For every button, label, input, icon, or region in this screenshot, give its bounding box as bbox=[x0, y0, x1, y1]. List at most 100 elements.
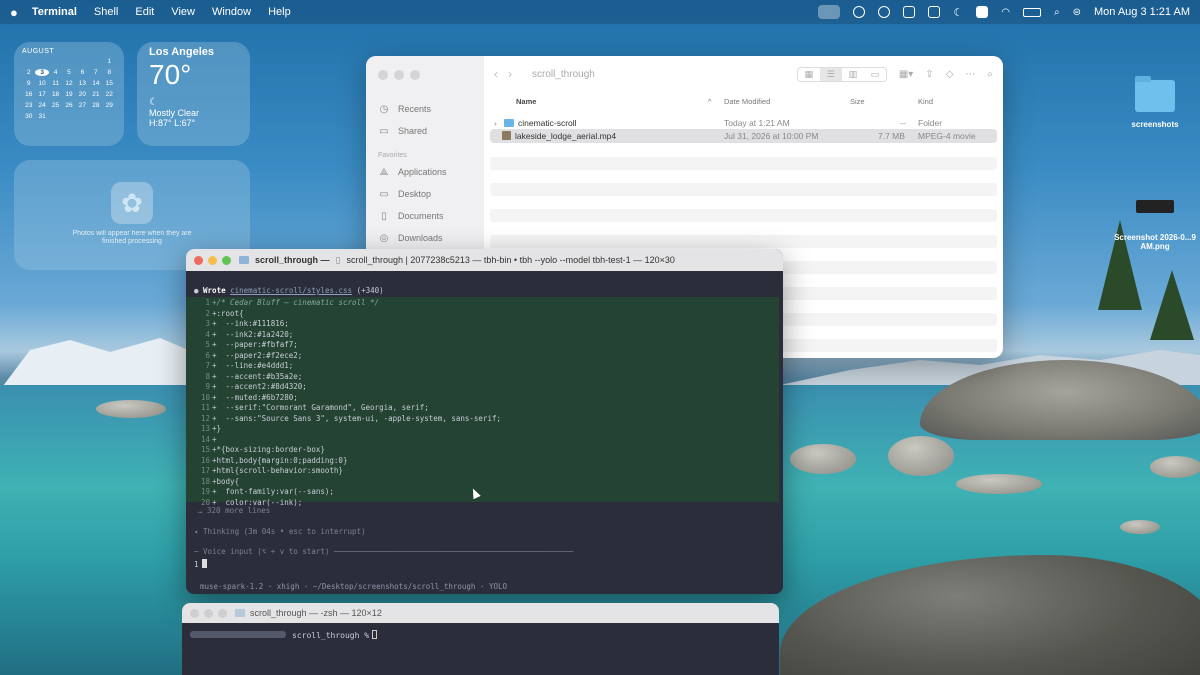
line-number: 11 bbox=[200, 403, 210, 412]
sidebar-item-downloads[interactable]: ◎ Downloads bbox=[378, 227, 472, 249]
menu-view[interactable]: View bbox=[171, 6, 195, 18]
apple-menu-icon[interactable]: ● bbox=[10, 5, 18, 20]
column-kind[interactable]: Kind bbox=[918, 97, 933, 106]
diff-line: 1 +/* Cedar Bluff — cinematic scroll */ bbox=[192, 298, 779, 309]
sidebar-item-desktop[interactable]: ▭ Desktop bbox=[378, 183, 472, 205]
sidebar-item-applications[interactable]: ⟁ Applications bbox=[378, 161, 472, 183]
sidebar-item-label: Recents bbox=[398, 104, 432, 114]
diff-line: 9 + --accent2:#8d4320; bbox=[192, 382, 779, 393]
icon-view-icon[interactable]: ▦ bbox=[798, 68, 820, 81]
file-row-movie[interactable]: lakeside_lodge_aerial.mp4 Jul 31, 2026 a… bbox=[490, 129, 997, 143]
menu-edit[interactable]: Edit bbox=[135, 6, 154, 18]
disclosure-triangle-icon[interactable]: › bbox=[494, 118, 497, 128]
file-name-text: cinematic-scroll bbox=[518, 118, 577, 128]
zoom-button[interactable] bbox=[218, 608, 227, 618]
line-code: + --sans:"Source Sans 3", system-ui, -ap… bbox=[212, 413, 501, 423]
diff-line: 2 +:root{ bbox=[192, 309, 779, 320]
diff-line: 6 + --paper2:#f2ece2; bbox=[192, 351, 779, 362]
shared-folder-icon: ▭ bbox=[379, 125, 389, 137]
more-icon[interactable]: ⋯ bbox=[965, 69, 975, 80]
empty-row bbox=[490, 157, 997, 170]
color-wheel-icon[interactable] bbox=[878, 6, 891, 18]
input-prompt[interactable]: 1 bbox=[194, 559, 207, 569]
voice-input-hint: ─ Voice input (⌥ + v to start) ─────────… bbox=[194, 547, 574, 556]
column-date-modified[interactable]: Date Modified bbox=[724, 97, 770, 106]
list-view-icon[interactable]: ☰ bbox=[819, 67, 842, 81]
shell-prompt[interactable]: scroll_through % bbox=[190, 630, 378, 640]
line-code: + --ink2:#1a2420; bbox=[212, 329, 294, 339]
file-date: Jul 31, 2026 at 10:00 PM bbox=[724, 131, 819, 141]
search-icon[interactable]: ⌕ bbox=[987, 69, 993, 80]
desktop-file-screenshot[interactable]: Screenshot 2026-0...9 AM.png bbox=[1112, 200, 1198, 251]
minimize-button[interactable] bbox=[394, 70, 404, 80]
status-line: muse-spark-1.2 · xhigh · ~/Desktop/scree… bbox=[200, 582, 508, 591]
weather-high-low: H:87° L:67° bbox=[149, 118, 196, 128]
boulder bbox=[96, 400, 166, 418]
forward-button[interactable]: › bbox=[508, 67, 512, 81]
calendar-day: 10 bbox=[38, 80, 46, 87]
column-size[interactable]: Size bbox=[850, 97, 865, 106]
control-center-icon[interactable]: ⊜ bbox=[1073, 7, 1081, 18]
minimize-button[interactable] bbox=[208, 255, 217, 265]
weather-city: Los Angeles bbox=[149, 46, 214, 58]
moon-icon[interactable]: ☾ bbox=[953, 6, 963, 19]
search-icon[interactable]: ⌕ bbox=[1054, 7, 1060, 18]
clipboard-icon[interactable] bbox=[928, 6, 941, 18]
desktop-folder-screenshots[interactable]: screenshots bbox=[1118, 76, 1192, 129]
file-row-folder[interactable]: › cinematic-scroll Today at 1:21 AM -- F… bbox=[490, 116, 997, 130]
share-icon[interactable]: ⇪ bbox=[925, 69, 933, 80]
line-number: 9 bbox=[205, 382, 210, 391]
pine-tree bbox=[1150, 270, 1194, 340]
diff-line: 10 + --muted:#6b7280; bbox=[192, 393, 779, 404]
terminal-titlebar: scroll_through — -zsh — 120×12 bbox=[182, 603, 779, 623]
weather-widget[interactable]: Los Angeles 70° ☾ Mostly Clear H:87° L:6… bbox=[137, 42, 250, 146]
menu-help[interactable]: Help bbox=[268, 6, 291, 18]
menu-window[interactable]: Window bbox=[212, 6, 251, 18]
sidebar-item-recents[interactable]: ◷ Recents bbox=[378, 98, 472, 120]
input-source-icon[interactable] bbox=[976, 6, 989, 18]
menu-app[interactable]: Terminal bbox=[32, 6, 77, 18]
diff-line: 19 + font-family:var(--sans); bbox=[192, 487, 779, 498]
battery-icon[interactable] bbox=[1022, 7, 1041, 17]
wifi-icon[interactable]: ◠ bbox=[1001, 7, 1010, 18]
close-button[interactable] bbox=[378, 70, 388, 80]
screen-recording-icon[interactable] bbox=[818, 5, 841, 19]
calendar-day: 5 bbox=[67, 69, 71, 76]
calendar-day: 29 bbox=[105, 102, 113, 109]
line-code: +/* Cedar Bluff — cinematic scroll */ bbox=[212, 298, 380, 307]
terminal-output[interactable]: ● Wrote cinematic-scroll/styles.css (+34… bbox=[186, 271, 783, 594]
app-status-icon[interactable] bbox=[903, 6, 916, 18]
calendar-day: 12 bbox=[65, 80, 73, 87]
calendar-blank bbox=[22, 58, 35, 65]
tag-icon[interactable]: ◇ bbox=[946, 69, 954, 80]
sidebar-item-shared[interactable]: ▭ Shared bbox=[378, 120, 472, 142]
terminal-process-title: scroll_through | 2077238c5213 — tbh-bin … bbox=[346, 255, 675, 265]
line-number: 10 bbox=[200, 392, 210, 402]
calendar-day: 14 bbox=[92, 80, 100, 87]
zoom-button[interactable] bbox=[410, 70, 420, 80]
close-button[interactable] bbox=[194, 255, 203, 265]
desktop-icon: ▭ bbox=[379, 188, 389, 200]
thinking-status: ✦ Thinking (3m 04s • esc to interrupt) bbox=[194, 527, 366, 536]
clock[interactable]: Mon Aug 3 1:21 AM bbox=[1094, 6, 1190, 18]
record-icon[interactable] bbox=[853, 6, 866, 18]
sidebar-item-label: Desktop bbox=[398, 189, 432, 199]
column-view-icon[interactable]: ▥ bbox=[842, 68, 864, 81]
tool-call-summary: ● Wrote cinematic-scroll/styles.css (+34… bbox=[194, 286, 384, 295]
prompt-text: scroll_through % bbox=[292, 631, 370, 640]
back-button[interactable]: ‹ bbox=[494, 67, 498, 81]
sidebar-item-documents[interactable]: ▯ Documents bbox=[378, 205, 472, 227]
calendar-day: 7 bbox=[94, 69, 98, 76]
window-controls bbox=[190, 608, 227, 618]
minimize-button[interactable] bbox=[204, 608, 213, 618]
file-kind: MPEG-4 movie bbox=[918, 131, 976, 141]
close-button[interactable] bbox=[190, 608, 199, 618]
diff-line: 18 +body{ bbox=[192, 477, 779, 488]
gallery-view-icon[interactable]: ▭ bbox=[864, 68, 886, 81]
menu-shell[interactable]: Shell bbox=[94, 6, 118, 18]
group-icon[interactable]: ▦▾ bbox=[899, 69, 913, 80]
diff-line: 3 + --ink:#111816; bbox=[192, 319, 779, 330]
zoom-button[interactable] bbox=[222, 255, 231, 265]
column-name[interactable]: Name bbox=[516, 97, 536, 106]
calendar-widget[interactable]: AUGUST 1 2 3 4 5 6 7 8 9 10 11 12 13 14 15 16 17 18 19 20 21… bbox=[14, 42, 124, 146]
